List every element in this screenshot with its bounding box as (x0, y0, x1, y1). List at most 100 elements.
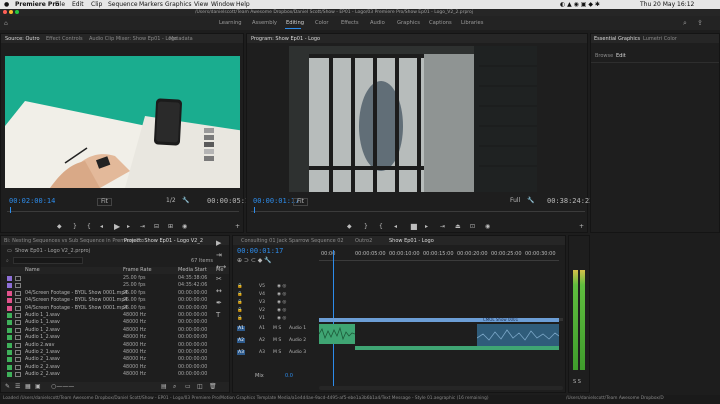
column-name[interactable]: Name (25, 268, 40, 273)
tab-sequence-02[interactable]: Sequence 02 (311, 238, 344, 244)
subtab-edit[interactable]: Edit (616, 54, 626, 59)
project-list-item[interactable]: Audio 2.wav 48000 Hz 00:00:00:00 (3, 342, 227, 349)
tab-show-ep01-logo[interactable]: Show Ep01 - Logo (389, 238, 434, 244)
ripple-edit-tool-icon[interactable]: ⟷ (216, 264, 226, 271)
tab-source[interactable]: Source: Outro (5, 36, 40, 42)
tab-project[interactable]: Project: Show Ep01 - Logo V2_2 (124, 238, 203, 244)
menu-window[interactable]: Window (211, 2, 235, 8)
close-window-button[interactable] (3, 10, 7, 14)
program-settings-icon[interactable]: 🔧 (527, 198, 534, 204)
home-icon[interactable]: ⌂ (4, 20, 8, 27)
track-visibility-icon[interactable]: ◉ ◎ (277, 308, 286, 313)
project-list-item[interactable]: 04/Screen Footage - BYOL Show 0001.mp4 25… (3, 290, 227, 297)
minimize-window-button[interactable] (9, 10, 13, 14)
mute-solo-icons[interactable]: M S (273, 350, 281, 355)
column-frame-rate[interactable]: Frame Rate (123, 268, 152, 273)
zoom-slider[interactable]: ○——— (51, 384, 74, 390)
label-color-swatch[interactable] (7, 313, 12, 318)
project-list-item[interactable]: Audio 1_1.wav 48000 Hz 00:00:00:00 (3, 319, 227, 326)
track-visibility-icon[interactable]: ◉ ◎ (277, 292, 286, 297)
program-scrubber[interactable] (251, 211, 585, 212)
program-mark-in-icon[interactable]: ◆ (347, 224, 352, 230)
project-search-input[interactable] (13, 257, 83, 264)
workspace-assembly[interactable]: Assembly (252, 20, 277, 26)
menu-markers[interactable]: Markers (139, 2, 163, 8)
workspace-graphics[interactable]: Graphics (397, 20, 420, 26)
source-patch[interactable]: A1 (237, 326, 245, 331)
go-to-out-icon[interactable]: ⇥ (140, 224, 145, 230)
search-icon[interactable]: ⌕ (683, 19, 687, 28)
video-clip-v1[interactable]: CMOL Show 0001 (319, 317, 559, 322)
label-color-swatch[interactable] (7, 350, 12, 355)
project-list-item[interactable]: Audio 2_2.wav 48000 Hz 00:00:00:00 (3, 364, 227, 371)
search-icon[interactable]: ⌕ (6, 259, 9, 264)
video-track-header[interactable]: 🔒 V5 ◉ ◎ (233, 282, 318, 290)
track-lock-icon[interactable]: 🔒 (237, 292, 243, 297)
source-scrubber[interactable] (7, 211, 239, 212)
workspace-color[interactable]: Color (315, 20, 329, 26)
video-track-header[interactable]: 🔒 V3 ◉ ◎ (233, 298, 318, 306)
program-go-in-icon[interactable]: { (379, 224, 383, 230)
menu-file[interactable]: File (55, 2, 65, 8)
workspace-libraries[interactable]: Libraries (461, 20, 483, 26)
menu-app-name[interactable]: Premiere Pro (15, 2, 59, 8)
tab-program[interactable]: Program: Show Ep01 - Logo (251, 36, 320, 42)
audio-clip-a1-right[interactable] (476, 324, 560, 346)
label-color-swatch[interactable] (7, 276, 12, 281)
tab-lumetri-color[interactable]: Lumetri Color (643, 36, 677, 42)
track-visibility-icon[interactable]: ◉ ◎ (277, 300, 286, 305)
new-item-icon[interactable]: ◫ (197, 384, 203, 390)
apple-menu-icon[interactable]: ● (4, 2, 9, 8)
program-stop-icon[interactable]: ■ (410, 223, 418, 231)
step-back-icon[interactable]: ◂ (100, 224, 103, 230)
program-step-back-icon[interactable]: ◂ (394, 224, 397, 230)
project-list-item[interactable]: Audio 1_2.wav 48000 Hz 00:00:00:00 (3, 327, 227, 334)
timeline-timecode[interactable]: 00:00:01:17 (237, 248, 283, 255)
selection-tool-icon[interactable]: ▶ (216, 240, 221, 247)
find-icon[interactable]: ⌕ (173, 384, 176, 390)
audio-track-header[interactable]: A1 A1 M S Audio 1 (233, 324, 318, 335)
label-color-swatch[interactable] (7, 357, 12, 363)
program-export-frame-icon[interactable]: ◉ (485, 224, 490, 230)
label-color-swatch[interactable] (7, 320, 12, 326)
menu-clip[interactable]: Clip (91, 2, 102, 8)
pen-tool-icon[interactable]: ✒ (216, 300, 222, 307)
pencil-icon[interactable]: ✎ (5, 384, 10, 390)
project-list-item[interactable]: Audio 2_1.wav 48000 Hz 00:00:00:00 (3, 349, 227, 356)
trash-icon[interactable]: 🗑 (209, 384, 217, 390)
project-list-item[interactable]: Audio 1_1.wav 48000 Hz 00:00:00:00 (3, 312, 227, 319)
source-patch[interactable]: A3 (237, 350, 245, 355)
tab-essential-graphics[interactable]: Essential Graphics (594, 36, 640, 42)
step-forward-icon[interactable]: ▸ (127, 224, 130, 230)
project-list-item[interactable]: 25.00 fps 04:35:38:06 (3, 275, 227, 282)
tab-audio-clip-mixer[interactable]: Audio Clip Mixer: Show Ep01 - Logo (89, 36, 177, 42)
label-color-swatch[interactable] (7, 283, 12, 289)
label-color-swatch[interactable] (7, 327, 12, 333)
label-color-swatch[interactable] (7, 335, 12, 341)
program-step-forward-icon[interactable]: ▸ (425, 224, 428, 230)
menu-help[interactable]: Help (236, 2, 250, 8)
program-go-out-icon[interactable]: ⇥ (440, 224, 445, 230)
workspace-effects[interactable]: Effects (341, 20, 359, 26)
time-ruler[interactable]: 00:00 00:00:05:00 00:00:10:00 00:00:15:0… (319, 248, 563, 262)
label-color-swatch[interactable] (7, 342, 12, 348)
program-playhead[interactable] (254, 207, 255, 213)
mark-in-icon[interactable]: ◆ (57, 224, 62, 230)
project-list-item[interactable]: 04/Screen Footage - BYOL Show 0001.mp4 25… (3, 297, 227, 304)
timeline-scrollbar[interactable] (319, 386, 563, 390)
source-patch[interactable]: A2 (237, 338, 245, 343)
workspace-learning[interactable]: Learning (219, 20, 242, 26)
audio-clip-a2[interactable] (355, 346, 559, 350)
source-playhead[interactable] (10, 207, 11, 213)
icon-view-icon[interactable]: ▦ (25, 384, 31, 390)
export-frame-icon[interactable]: ◉ (182, 224, 187, 230)
automate-icon[interactable]: ▤ (161, 384, 167, 390)
track-select-tool-icon[interactable]: ⇥ (216, 252, 222, 259)
track-lock-icon[interactable]: 🔒 (237, 300, 243, 305)
source-video-frame[interactable] (5, 56, 240, 188)
video-track-header[interactable]: 🔒 V4 ◉ ◎ (233, 290, 318, 298)
track-visibility-icon[interactable]: ◉ ◎ (277, 284, 286, 289)
slip-tool-icon[interactable]: ↔ (216, 288, 222, 295)
zoom-window-button[interactable] (15, 10, 19, 14)
extract-icon[interactable]: ⊡ (470, 224, 475, 230)
